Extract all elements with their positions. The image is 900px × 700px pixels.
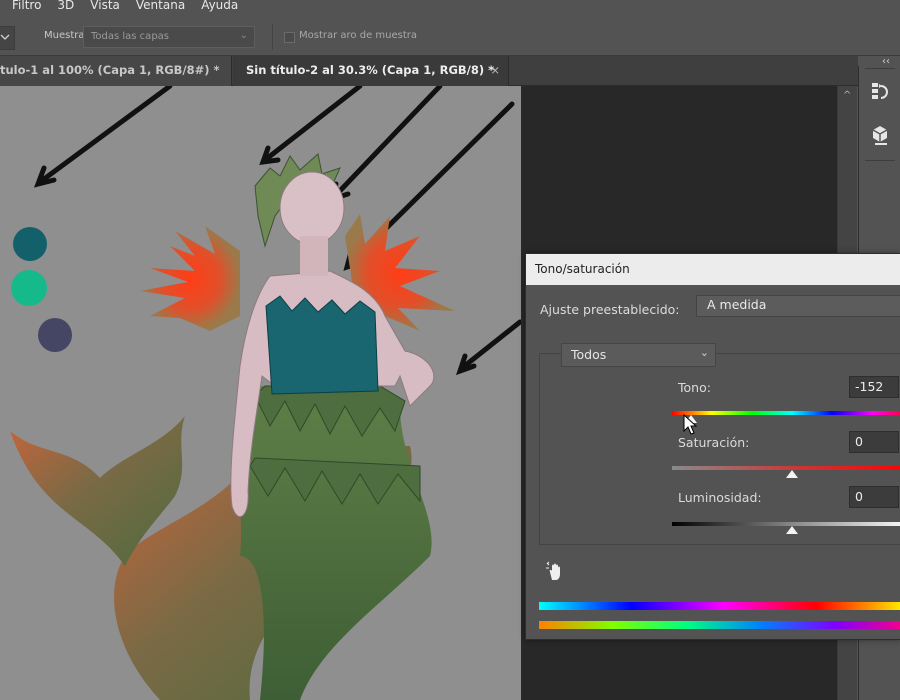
close-icon[interactable]: × — [490, 56, 500, 85]
saturation-label: Saturación: — [678, 435, 750, 450]
menu-help[interactable]: Ayuda — [201, 0, 238, 14]
options-divider — [272, 24, 273, 50]
scroll-up-icon[interactable]: ^ — [843, 90, 851, 101]
hue-saturation-dialog: Tono/saturación Ajuste preestablecido: A… — [525, 253, 900, 640]
preset-label: Ajuste preestablecido: — [540, 302, 680, 317]
dock-divider — [865, 68, 895, 69]
color-swatch-teal — [13, 227, 47, 261]
dialog-title[interactable]: Tono/saturación — [526, 254, 900, 285]
show-ring-checkbox[interactable] — [284, 32, 295, 43]
lightness-slider-thumb[interactable] — [786, 526, 798, 534]
options-bar: Muestra: Todas las capas ⌄ Mostrar aro d… — [0, 14, 900, 56]
cube-icon — [872, 126, 888, 145]
menu-bar: Filtro 3D Vista Ventana Ayuda — [0, 0, 900, 14]
preset-value: A medida — [707, 297, 767, 312]
menu-3d[interactable]: 3D — [57, 0, 74, 14]
menu-view[interactable]: Vista — [90, 0, 120, 14]
history-panel-button[interactable] — [865, 76, 895, 106]
lightness-input[interactable]: 0 — [849, 486, 899, 508]
lightness-label: Luminosidad: — [678, 490, 762, 505]
tab-document-1[interactable]: tulo-1 al 100% (Capa 1, RGB/8#) * — [0, 56, 232, 86]
source-color-bar — [539, 602, 900, 610]
3d-panel-button[interactable] — [865, 120, 895, 150]
tool-preset-dropdown[interactable] — [0, 26, 15, 50]
saturation-slider-thumb[interactable] — [786, 470, 798, 478]
hue-slider-track[interactable] — [672, 411, 900, 415]
chevron-down-icon: ⌄ — [699, 346, 709, 359]
sample-select-value: Todas las capas — [91, 31, 169, 42]
menu-filter[interactable]: Filtro — [12, 0, 41, 14]
mermaid-illustration — [10, 86, 521, 700]
saturation-value: 0 — [855, 434, 863, 449]
history-icon — [872, 83, 888, 99]
preset-select[interactable]: A medida — [696, 295, 900, 317]
color-swatch-purple — [38, 318, 72, 352]
tab-document-2[interactable]: Sin título-2 al 30.3% (Capa 1, RGB/8) * … — [233, 56, 509, 86]
chevron-down-icon — [0, 34, 10, 40]
hue-input[interactable]: -152 — [849, 376, 899, 398]
saturation-input[interactable]: 0 — [849, 431, 899, 453]
sample-label: Muestra: — [44, 30, 88, 41]
color-swatch-green — [11, 270, 47, 306]
targeted-adjustment-hand-icon[interactable] — [544, 560, 566, 582]
channel-value: Todos — [571, 347, 607, 362]
result-color-bar — [539, 621, 900, 629]
show-ring-label: Mostrar aro de muestra — [299, 30, 418, 41]
tab-label: tulo-1 al 100% (Capa 1, RGB/8#) * — [0, 63, 220, 77]
dock-divider — [865, 160, 895, 161]
hue-value: -152 — [855, 379, 884, 394]
menu-window[interactable]: Ventana — [136, 0, 185, 14]
tab-label: Sin título-2 al 30.3% (Capa 1, RGB/8) * — [246, 63, 495, 77]
channel-select[interactable]: Todos ⌄ — [561, 343, 716, 367]
mouse-pointer-icon — [683, 414, 698, 435]
document-tab-bar: tulo-1 al 100% (Capa 1, RGB/8#) * Sin tí… — [0, 56, 858, 86]
hue-label: Tono: — [678, 380, 711, 395]
chevron-down-icon: ⌄ — [239, 30, 248, 41]
lightness-value: 0 — [855, 489, 863, 504]
document-canvas[interactable] — [0, 86, 521, 700]
sample-select[interactable]: Todas las capas ⌄ — [83, 26, 255, 48]
